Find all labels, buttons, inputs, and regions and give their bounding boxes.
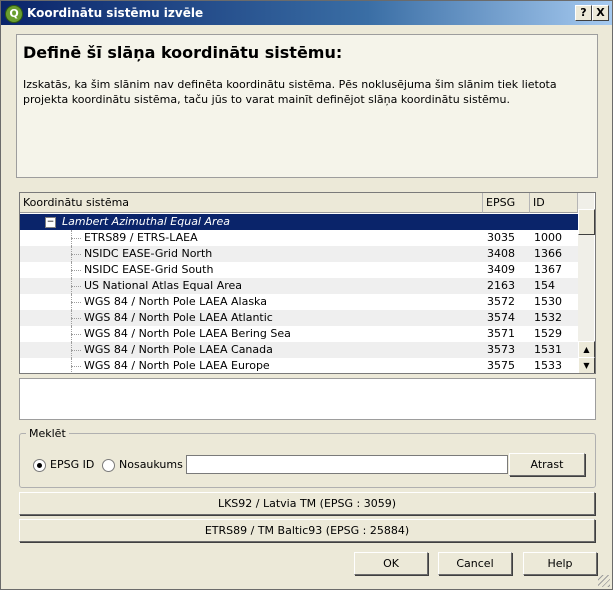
crs-tree[interactable]: Koordinātu sistēma EPSG ID − Lambert Azi… [19,192,596,374]
table-row[interactable]: NSIDC EASE-Grid North 3408 1366 [20,246,578,262]
table-row[interactable]: WGS 84 / North Pole LAEA Europe 3575 153… [20,358,578,373]
vertical-scrollbar[interactable]: ▲ ▼ [578,193,595,373]
crs-id: 1532 [534,311,562,324]
crs-epsg: 3408 [487,247,515,260]
qgis-app-icon: Q [5,5,23,23]
crs-epsg: 3574 [487,311,515,324]
table-row[interactable]: WGS 84 / North Pole LAEA Canada 3573 153… [20,342,578,358]
recent-crs-item-2[interactable]: ETRS89 / TM Baltic93 (EPSG : 25884) [19,519,595,542]
crs-name: WGS 84 / North Pole LAEA Europe [84,359,270,372]
table-row[interactable]: WGS 84 / North Pole LAEA Alaska 3572 153… [20,294,578,310]
help-button[interactable]: Help [523,552,597,575]
search-group: Meklēt EPSG ID Nosaukums Atrast [19,427,596,488]
collapse-toggle-icon[interactable]: − [45,217,56,228]
help-title-button[interactable]: ? [575,5,592,21]
crs-epsg: 3575 [487,359,515,372]
epsg-id-radio-label[interactable]: EPSG ID [50,458,94,471]
crs-id: 1533 [534,359,562,372]
column-header-id[interactable]: ID [530,193,578,213]
ok-button[interactable]: OK [354,552,428,575]
table-row[interactable]: WGS 84 / North Pole LAEA Atlantic 3574 1… [20,310,578,326]
header-panel: Definē šī slāņa koordinātu sistēmu: Izsk… [16,34,598,178]
crs-epsg: 2163 [487,279,515,292]
group-label: Lambert Azimuthal Equal Area [62,215,231,228]
crs-name: WGS 84 / North Pole LAEA Bering Sea [84,327,291,340]
crs-id: 154 [534,279,555,292]
find-button[interactable]: Atrast [509,453,585,476]
crs-epsg: 3572 [487,295,515,308]
crs-epsg: 3035 [487,231,515,244]
resize-grip-icon[interactable] [598,575,610,587]
epsg-id-radio[interactable] [33,459,46,472]
header-description: Izskatās, ka šim slānim nav definēta koo… [23,78,557,106]
header-title: Definē šī slāņa koordinātu sistēmu: [23,43,343,62]
crs-id: 1366 [534,247,562,260]
cancel-button[interactable]: Cancel [438,552,512,575]
crs-epsg: 3409 [487,263,515,276]
name-radio[interactable] [102,459,115,472]
crs-epsg: 3573 [487,343,515,356]
scroll-up-icon[interactable]: ▲ [578,341,595,358]
close-title-button[interactable]: X [592,5,609,21]
crs-name: WGS 84 / North Pole LAEA Atlantic [84,311,273,324]
scroll-down-icon[interactable]: ▼ [578,357,595,373]
column-header-crs[interactable]: Koordinātu sistēma [20,193,483,213]
title-bar[interactable]: Q Koordinātu sistēmu izvēle ? X [1,1,612,25]
crs-name: WGS 84 / North Pole LAEA Alaska [84,295,267,308]
crs-name: ETRS89 / ETRS-LAEA [84,231,198,244]
table-row[interactable]: WGS 84 / North Pole LAEA Bering Sea 3571… [20,326,578,342]
crs-name: WGS 84 / North Pole LAEA Canada [84,343,273,356]
search-group-label: Meklēt [26,427,69,440]
dialog-window: Q Koordinātu sistēmu izvēle ? X Definē š… [0,0,613,590]
selected-crs-info [19,378,596,420]
name-radio-label[interactable]: Nosaukums [119,458,183,471]
column-header-epsg[interactable]: EPSG [483,193,530,213]
crs-id: 1367 [534,263,562,276]
table-row[interactable]: NSIDC EASE-Grid South 3409 1367 [20,262,578,278]
crs-epsg: 3571 [487,327,515,340]
table-row[interactable]: ETRS89 / ETRS-LAEA 3035 1000 [20,230,578,246]
scrollbar-thumb[interactable] [578,209,595,235]
table-row[interactable]: US National Atlas Equal Area 2163 154 [20,278,578,294]
crs-name: US National Atlas Equal Area [84,279,243,292]
crs-name: NSIDC EASE-Grid South [84,263,214,276]
crs-name: NSIDC EASE-Grid North [84,247,213,260]
crs-id: 1531 [534,343,562,356]
window-title: Koordinātu sistēmu izvēle [27,6,204,20]
recent-crs-item-1[interactable]: LKS92 / Latvia TM (EPSG : 3059) [19,492,595,515]
crs-id: 1530 [534,295,562,308]
search-input[interactable] [186,455,508,474]
crs-id: 1000 [534,231,562,244]
crs-id: 1529 [534,327,562,340]
tree-group-row[interactable]: − Lambert Azimuthal Equal Area [20,214,578,230]
